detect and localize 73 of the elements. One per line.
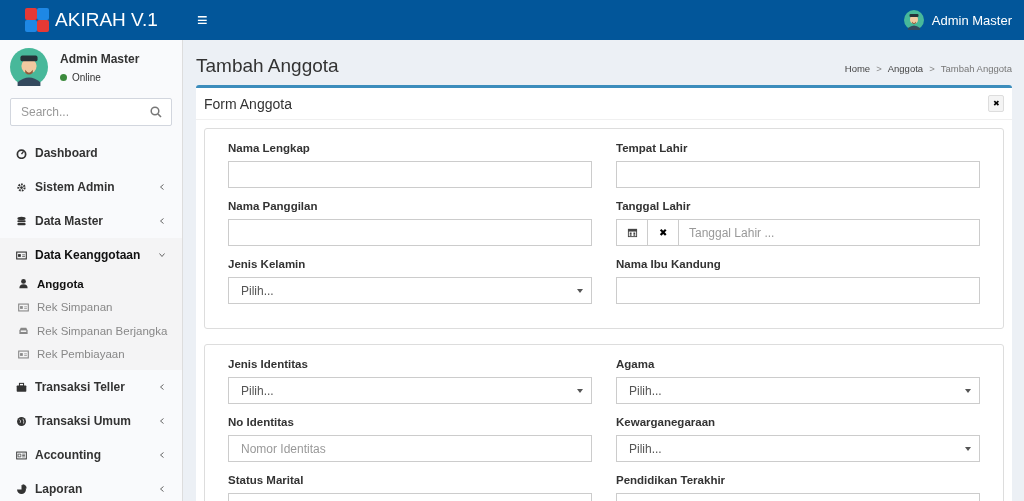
field-label: Jenis Kelamin: [228, 258, 307, 271]
briefcase-icon: [16, 381, 27, 393]
chevron-icon: [158, 485, 166, 493]
avatar-icon: [903, 10, 924, 30]
tray-icon: [18, 325, 29, 337]
gauge-icon: [16, 147, 27, 159]
select-dropdown[interactable]: Pilih...: [228, 377, 592, 404]
sidebar-item[interactable]: Transaksi Teller: [0, 370, 182, 404]
field-label: Tanggal Lahir: [616, 200, 692, 213]
id-card-icon: [18, 348, 29, 360]
avatar-icon: [10, 48, 48, 86]
id-card-icon: [16, 249, 27, 261]
sidebar-item[interactable]: Sistem Admin: [0, 170, 182, 204]
sidebar-item[interactable]: Data Keanggotaan: [0, 238, 182, 272]
search-icon: [150, 106, 162, 118]
user-icon: [18, 278, 29, 290]
text-input[interactable]: [616, 277, 980, 304]
chevron-icon: [158, 383, 166, 391]
breadcrumb-separator: >: [929, 63, 935, 74]
field-label: Kewarganegaraan: [616, 416, 717, 429]
chevron-icon: [158, 183, 166, 191]
field-label: Tempat Lahir: [616, 142, 689, 155]
breadcrumb-separator: >: [876, 63, 882, 74]
text-input[interactable]: [228, 161, 592, 188]
brand-name: AKIRAH V.1: [55, 9, 158, 31]
user-name: Admin Master: [60, 51, 140, 66]
pie-chart-icon: [16, 483, 27, 495]
sidebar-item[interactable]: Dashboard: [0, 136, 182, 170]
text-input[interactable]: Nomor Identitas: [228, 435, 592, 462]
submenu-item[interactable]: Anggota: [0, 272, 182, 296]
card-icon: [16, 449, 27, 461]
text-input[interactable]: [616, 161, 980, 188]
chevron-icon: [158, 251, 166, 259]
sidebar-item[interactable]: Data Master: [0, 204, 182, 238]
field-label: Jenis Identitas: [228, 358, 309, 371]
select-dropdown[interactable]: Pilih...: [228, 277, 592, 304]
field-label: Agama: [616, 358, 656, 371]
card-title: Form Anggota: [204, 95, 292, 112]
user-name[interactable]: Admin Master: [931, 12, 1012, 28]
text-input[interactable]: [228, 219, 592, 246]
clear-button[interactable]: ✖: [647, 219, 679, 246]
breadcrumb-link[interactable]: Anggota: [887, 63, 924, 74]
sidebar-item[interactable]: Laporan: [0, 472, 182, 501]
field-label: Nama Lengkap: [228, 142, 311, 155]
chevron-icon: [158, 451, 166, 459]
field-label: Pendidikan Terakhir: [616, 474, 727, 487]
calendar-button[interactable]: [616, 219, 648, 246]
chevron-icon: [158, 217, 166, 225]
caret-icon: [965, 388, 971, 393]
id-card-icon: [18, 301, 29, 313]
field-label: Nama Ibu Kandung: [616, 258, 722, 271]
chevron-icon: [158, 417, 166, 425]
select-dropdown[interactable]: Pilih...: [616, 377, 980, 404]
page-title: Tambah Anggota: [196, 55, 339, 77]
caret-icon: [577, 288, 583, 293]
field-label: No Identitas: [228, 416, 295, 429]
status-dot: [60, 73, 67, 81]
select-dropdown[interactable]: Pilih...: [616, 435, 980, 462]
breadcrumb-link[interactable]: Home: [844, 63, 871, 74]
field-label: Nama Panggilan: [228, 200, 319, 213]
sidebar-item[interactable]: Transaksi Umum: [0, 404, 182, 438]
field-label: Status Marital: [228, 474, 305, 487]
sidebar-item[interactable]: Accounting: [0, 438, 182, 472]
search-field[interactable]: Search...: [10, 98, 172, 126]
caret-icon: [577, 388, 583, 393]
date-input[interactable]: Tanggal Lahir ...: [678, 219, 980, 246]
close-button[interactable]: ✖: [988, 95, 1004, 112]
logo-icon: [25, 8, 50, 32]
menu-toggle[interactable]: ≡: [189, 9, 216, 31]
status-text: Online: [72, 71, 101, 83]
caret-icon: [965, 446, 971, 451]
calendar-icon: [626, 227, 638, 238]
database-icon: [16, 215, 27, 227]
